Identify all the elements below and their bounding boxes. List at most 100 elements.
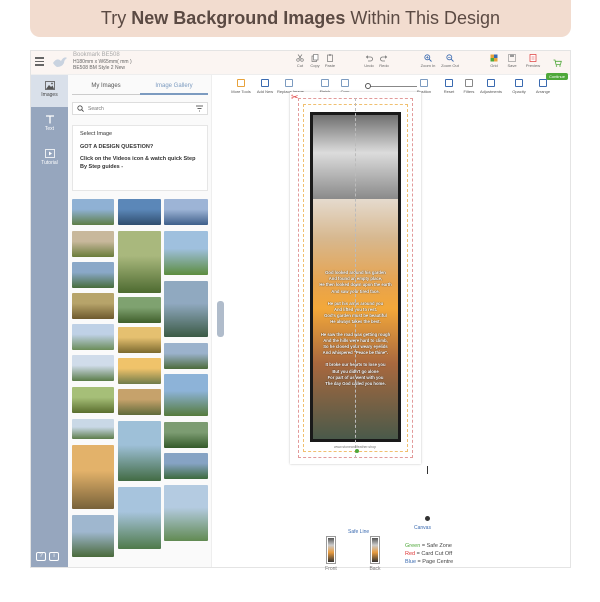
rail-text-label: Text: [44, 126, 55, 132]
filters-tool[interactable]: Filters: [457, 79, 481, 94]
legend-red: Red = Card Cut Off: [405, 551, 453, 557]
undo-icon: [365, 55, 373, 62]
paste-icon: [327, 54, 333, 62]
gallery-thumbnail[interactable]: [72, 231, 114, 257]
gallery-thumbnail[interactable]: [118, 487, 161, 549]
gallery-thumbnail[interactable]: [72, 355, 114, 381]
legend-green: Green = Safe Zone: [405, 543, 452, 549]
rail-bottom-controls: ? i: [36, 552, 59, 561]
panel-collapse-handle[interactable]: [217, 301, 224, 337]
panel-tabs: My Images Image Gallery: [72, 83, 208, 95]
gallery-thumbnail[interactable]: [118, 231, 161, 293]
safe-zone-marker: [355, 449, 359, 453]
adjustments-icon: [487, 79, 495, 87]
more-tools-label: More Tools: [231, 89, 251, 94]
search-icon: [77, 105, 84, 112]
cart-icon: [553, 59, 562, 67]
add-new-tool[interactable]: Add New: [253, 79, 277, 94]
reset-label: Reset: [443, 89, 455, 94]
gallery-thumbnail[interactable]: [118, 389, 161, 415]
gallery-thumbnail[interactable]: [72, 324, 114, 350]
canvas-marker-line: [427, 466, 428, 474]
gallery-thumbnail[interactable]: [118, 327, 161, 353]
adjustments-label: Adjustments: [479, 89, 502, 94]
opacity-icon: [515, 79, 523, 87]
help-card: Select Image GOT A DESIGN QUESTION? Clic…: [72, 125, 208, 191]
image-icon: [44, 81, 55, 90]
document-info: Bookmark BE508 H180mm x W65mm( mm ) BE50…: [73, 52, 132, 72]
tab-my-images[interactable]: My Images: [72, 83, 140, 95]
gallery-thumbnail[interactable]: [72, 293, 114, 319]
search-box[interactable]: Search: [72, 102, 208, 115]
gallery-thumbnail[interactable]: [72, 419, 114, 439]
gallery-thumbnail[interactable]: [72, 515, 114, 557]
info-icon[interactable]: i: [49, 552, 59, 561]
front-thumb-image: [328, 538, 334, 562]
scissors-icon: [296, 54, 304, 62]
gallery-thumbnail[interactable]: [118, 199, 161, 225]
gallery-thumbnail[interactable]: [118, 421, 161, 481]
back-thumb-image: [372, 538, 378, 562]
gallery-thumbnail[interactable]: [164, 374, 208, 416]
gallery-thumbnail[interactable]: [164, 231, 208, 275]
tab-image-gallery[interactable]: Image Gallery: [140, 83, 208, 95]
save-button[interactable]: Save: [503, 54, 521, 68]
zoom-in-button[interactable]: Zoom In: [419, 54, 437, 68]
continue-button[interactable]: Continue: [546, 54, 568, 80]
grid-button[interactable]: Grid: [485, 54, 503, 68]
filters-icon: [465, 79, 473, 87]
front-label: Front: [325, 566, 337, 572]
gallery-thumbnail[interactable]: [164, 422, 208, 448]
gallery-thumbnail[interactable]: [164, 453, 208, 479]
gallery-thumbnail[interactable]: [118, 297, 161, 323]
rail-item-images[interactable]: Images: [31, 75, 68, 107]
more-tools-icon: [237, 79, 245, 87]
safe-line-label: Safe Line: [348, 529, 370, 535]
text-icon: [45, 115, 54, 124]
copy-icon: [311, 54, 319, 62]
design-question: GOT A DESIGN QUESTION?: [80, 144, 154, 150]
help-icon[interactable]: ?: [36, 552, 46, 561]
video-tip: Click on the Videos icon & watch quick S…: [80, 156, 196, 170]
paste-label: Paste: [324, 63, 336, 68]
gallery-thumbnail[interactable]: [72, 387, 114, 413]
paste-button[interactable]: Paste: [321, 54, 339, 68]
arrange-tool[interactable]: Arrange: [531, 79, 555, 94]
hamburger-menu-icon[interactable]: [35, 57, 44, 66]
gallery-thumbnail[interactable]: [72, 199, 114, 225]
adjustments-tool[interactable]: Adjustments: [479, 79, 503, 94]
zoom-slider[interactable]: Zoom In: [365, 82, 417, 96]
legend-blue: Blue = Page Centre: [405, 559, 454, 565]
redo-button[interactable]: Redo: [375, 54, 393, 68]
search-input[interactable]: Search: [88, 106, 195, 112]
rail-item-tutorial[interactable]: Tutorial: [31, 143, 68, 175]
arrange-label: Arrange: [535, 89, 551, 94]
rail-item-text[interactable]: Text: [31, 109, 68, 141]
gallery-thumbnail[interactable]: [164, 485, 208, 541]
back-page-thumb[interactable]: [370, 536, 380, 564]
canvas-marker-dot: [425, 516, 430, 521]
opacity-tool[interactable]: Opacity: [507, 79, 531, 94]
gallery-thumbnail[interactable]: [72, 262, 114, 288]
filter-icon[interactable]: [195, 104, 204, 113]
arrange-icon: [539, 79, 547, 87]
replace-image-icon: [285, 79, 293, 87]
gallery-thumbnail[interactable]: [72, 445, 114, 509]
gallery-thumbnail[interactable]: [164, 343, 208, 369]
redo-label: Redo: [379, 63, 389, 68]
redo-icon: [380, 55, 388, 62]
page: Try New Background Images Within This De…: [0, 0, 600, 602]
gallery-thumbnail[interactable]: [164, 199, 208, 225]
gallery-thumbnail[interactable]: [164, 281, 208, 337]
position-icon: [420, 79, 428, 87]
bookmark-canvas[interactable]: ✂ God looked around his garden And found …: [290, 92, 421, 464]
zoom-knob[interactable]: [365, 83, 371, 89]
gallery-thumbnail[interactable]: [118, 358, 161, 384]
front-page-thumb[interactable]: [326, 536, 336, 564]
preview-button[interactable]: Preview: [523, 54, 543, 68]
preview-label: Preview: [525, 63, 541, 68]
grid-icon: [490, 54, 498, 62]
zoom-out-button[interactable]: Zoom Out: [441, 54, 459, 68]
select-image-heading: Select Image: [80, 131, 113, 137]
more-tools-tool[interactable]: More Tools: [229, 79, 253, 94]
